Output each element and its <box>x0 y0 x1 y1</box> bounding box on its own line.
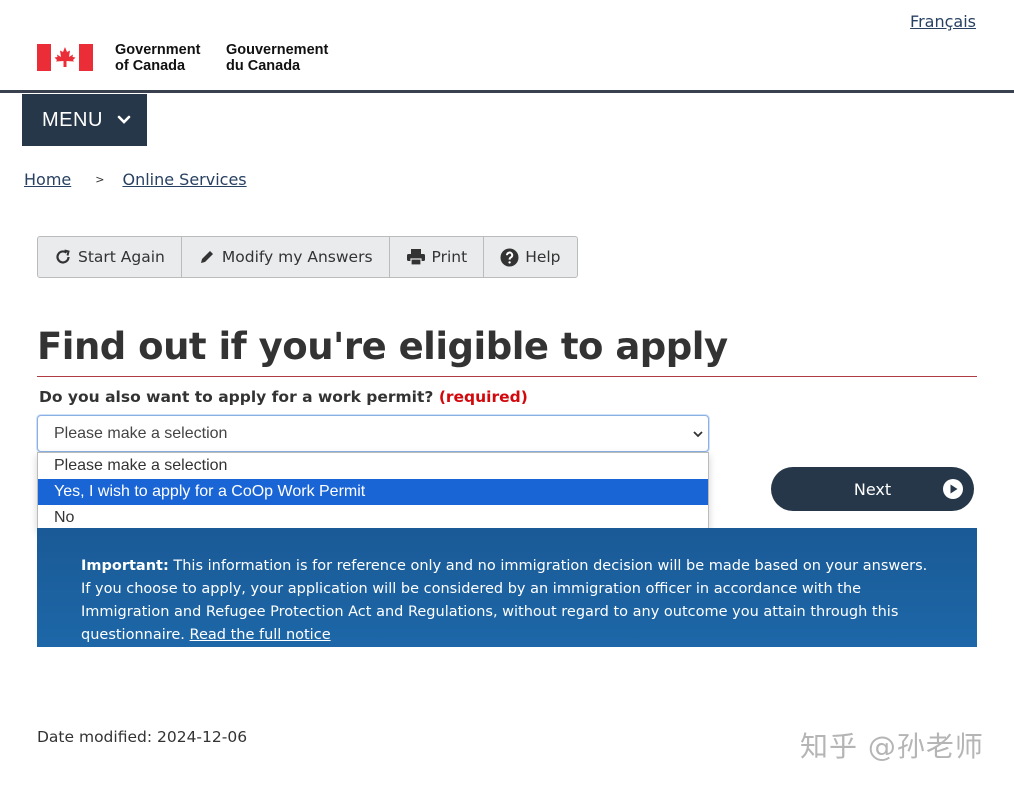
notice-lead: Important: <box>81 558 169 574</box>
help-label: Help <box>525 248 561 266</box>
language-toggle-link[interactable]: Français <box>910 12 976 31</box>
modify-answers-label: Modify my Answers <box>221 248 373 266</box>
start-again-label: Start Again <box>78 248 165 266</box>
select-option-highlighted[interactable]: Yes, I wish to apply for a CoOp Work Per… <box>38 479 708 505</box>
watermark: 知乎 @孙老师 <box>800 730 984 763</box>
help-button[interactable]: Help <box>484 237 576 277</box>
menu-button[interactable]: MENU <box>22 94 147 146</box>
breadcrumb-separator: > <box>95 173 105 186</box>
action-toolbar: Start Again Modify my Answers Print Help <box>37 236 578 278</box>
gov-canada-en-wordmark[interactable]: Government of Canada <box>115 42 200 74</box>
page-title: Find out if you're eligible to apply <box>37 324 977 377</box>
breadcrumb-home-link[interactable]: Home <box>24 170 71 189</box>
site-header: Français Government of Canada Gouverneme… <box>0 0 1014 93</box>
important-notice: Important: This information is for refer… <box>37 528 977 647</box>
question-text: Do you also want to apply for a work per… <box>39 388 434 406</box>
chevron-down-icon <box>117 115 131 124</box>
start-again-button[interactable]: Start Again <box>38 237 182 277</box>
question-label: Do you also want to apply for a work per… <box>39 388 528 406</box>
select-dropdown-list: Please make a selection Yes, I wish to a… <box>37 452 709 531</box>
menu-label: MENU <box>42 108 103 131</box>
gov-canada-fr-wordmark[interactable]: Gouvernement du Canada <box>226 42 328 74</box>
pencil-icon <box>200 251 213 263</box>
select-current-value: Please make a selection <box>54 424 228 442</box>
breadcrumb-online-services-link[interactable]: Online Services <box>122 170 246 189</box>
play-circle-icon <box>943 479 963 499</box>
work-permit-select[interactable]: Please make a selection <box>37 415 709 452</box>
refresh-icon <box>56 249 70 264</box>
print-label: Print <box>431 248 468 266</box>
next-label: Next <box>853 479 892 499</box>
required-marker: (required) <box>438 388 528 406</box>
read-full-notice-link[interactable]: Read the full notice <box>190 627 331 643</box>
date-modified: Date modified: 2024-12-06 <box>37 728 248 746</box>
printer-icon <box>406 249 425 266</box>
print-button[interactable]: Print <box>390 237 485 277</box>
question-circle-icon <box>500 248 519 266</box>
canada-flag-icon[interactable] <box>37 44 93 71</box>
select-option[interactable]: Please make a selection <box>38 453 708 479</box>
modify-answers-button[interactable]: Modify my Answers <box>182 237 390 277</box>
chevron-down-icon <box>693 431 703 438</box>
next-button[interactable]: Next <box>771 467 974 511</box>
breadcrumb: Home > Online Services <box>24 170 247 189</box>
